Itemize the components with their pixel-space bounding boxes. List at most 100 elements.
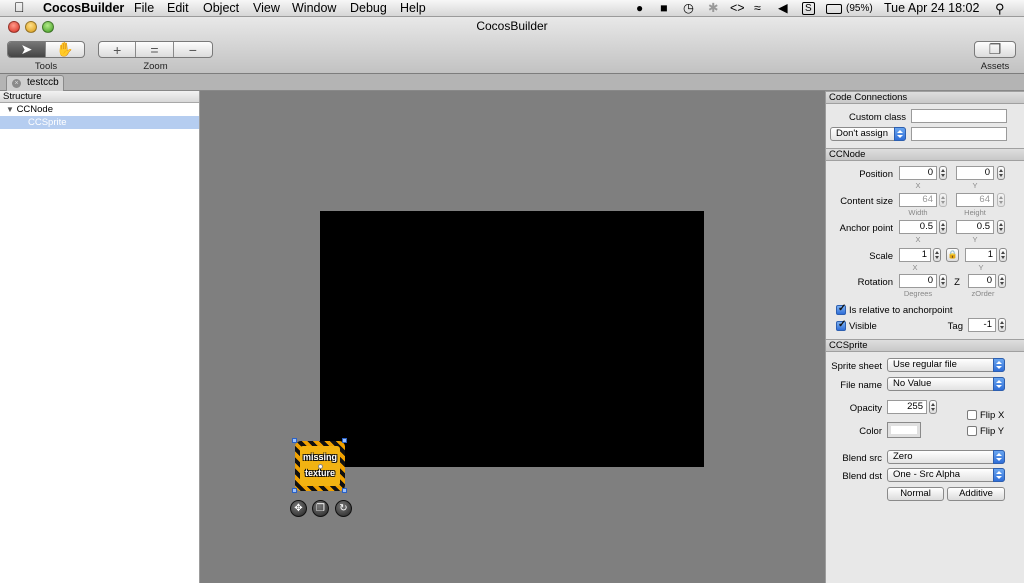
blend-dst-popup[interactable]: One - Src Alpha [887, 468, 1005, 482]
position-y-field[interactable]: 0 [956, 166, 994, 180]
degrees-sublabel: Degrees [903, 289, 933, 298]
color-well[interactable] [887, 422, 921, 438]
sprite-missing-texture[interactable]: missing texture [295, 441, 345, 491]
normal-blend-button[interactable]: Normal [887, 487, 944, 501]
menu-window[interactable]: Window [292, 1, 336, 16]
position-label: Position [859, 169, 893, 180]
disclosure-triangle-icon[interactable]: ▼ [6, 105, 14, 114]
zoom-reset-button[interactable]: = [136, 42, 174, 57]
menu-help[interactable]: Help [400, 1, 426, 16]
bluetooth-icon[interactable]: ✱ [708, 1, 718, 16]
anchor-point-marker[interactable] [318, 464, 323, 469]
position-x-field[interactable]: 0 [899, 166, 937, 180]
ccsprite-header: CCSprite [826, 339, 1024, 352]
popup-arrows-icon [993, 450, 1005, 464]
resize-handle-bottom-left[interactable] [292, 488, 297, 493]
hand-tool-button[interactable]: ✋ [46, 42, 84, 57]
sync-icon[interactable]: S [802, 2, 815, 15]
spotlight-icon[interactable]: ⚲ [995, 1, 1005, 16]
arrow-tool-button[interactable]: ➤ [8, 42, 47, 57]
folder-icon[interactable]: ■ [660, 1, 668, 16]
scale-y-field[interactable]: 1 [965, 248, 997, 262]
scale-x-field[interactable]: 1 [899, 248, 931, 262]
tree-row-ccnode[interactable]: ▼ CCNode [0, 103, 199, 116]
position-x-stepper[interactable] [939, 166, 947, 180]
assets-button[interactable]: ❐ [974, 41, 1016, 58]
position-y-stepper[interactable] [997, 166, 1005, 180]
tree-row-ccsprite[interactable]: CCSprite [0, 116, 199, 129]
time-machine-icon[interactable]: ◷ [683, 1, 694, 16]
tree-node-label: CCNode [16, 104, 53, 115]
sprite-sheet-popup[interactable]: Use regular file [887, 358, 1005, 372]
menu-edit[interactable]: Edit [167, 1, 189, 16]
zorder-field[interactable]: 0 [968, 274, 996, 288]
stage-area[interactable] [320, 211, 704, 467]
zorder-stepper[interactable] [998, 274, 1006, 288]
scale-y-sublabel: Y [978, 263, 984, 272]
scale-x-stepper[interactable] [933, 248, 941, 262]
volume-icon[interactable]: ◀ [778, 1, 788, 16]
zoom-in-button[interactable]: + [99, 42, 137, 57]
assign-popup[interactable]: Don't assign [830, 127, 906, 141]
scale-y-stepper[interactable] [999, 248, 1007, 262]
scale-handle-icon[interactable]: ❐ [312, 500, 329, 517]
opacity-field[interactable]: 255 [887, 400, 927, 414]
document-tab-bar: × testccb [0, 74, 1024, 91]
blend-src-label: Blend src [842, 453, 882, 464]
flip-y-checkbox[interactable] [967, 426, 977, 436]
visible-checkbox[interactable] [836, 319, 846, 331]
assign-variable-field[interactable] [911, 127, 1007, 141]
resize-handle-top-right[interactable] [342, 438, 347, 443]
close-tab-icon[interactable]: × [12, 79, 21, 88]
tab-testccb[interactable]: × testccb [6, 75, 64, 91]
code-icon[interactable]: <> [730, 1, 745, 16]
rotation-stepper[interactable] [939, 274, 947, 288]
relative-anchorpoint-checkbox[interactable] [836, 303, 846, 315]
rotation-field[interactable]: 0 [899, 274, 937, 288]
move-handle-icon[interactable]: ✥ [290, 500, 307, 517]
popup-arrows-icon [993, 377, 1005, 391]
menu-bar:  CocosBuilder File Edit Object View Win… [0, 0, 1024, 17]
file-name-label: File name [840, 380, 882, 391]
flip-y-label: Flip Y [980, 426, 1005, 437]
menu-object[interactable]: Object [203, 1, 239, 16]
anchor-y-stepper[interactable] [997, 220, 1005, 234]
blend-src-value: Zero [893, 451, 913, 462]
tag-field[interactable]: -1 [968, 318, 996, 332]
minus-icon: − [188, 41, 197, 58]
content-width-field[interactable]: 64 [899, 193, 937, 207]
custom-class-field[interactable] [911, 109, 1007, 123]
tag-stepper[interactable] [998, 318, 1006, 332]
menu-clock[interactable]: Tue Apr 24 18:02 [884, 1, 979, 16]
flip-x-checkbox[interactable] [967, 410, 977, 420]
assets-label: Assets [980, 61, 1010, 72]
additive-blend-button[interactable]: Additive [947, 487, 1005, 501]
qq-icon[interactable]: ● [636, 1, 643, 16]
wifi-icon[interactable]: ≈ [754, 1, 761, 16]
structure-panel: Structure ▼ CCNode CCSprite [0, 91, 200, 583]
content-width-stepper[interactable] [939, 193, 947, 207]
app-menu[interactable]: CocosBuilder [43, 1, 124, 16]
zoom-out-button[interactable]: − [174, 42, 212, 57]
resize-handle-top-left[interactable] [292, 438, 297, 443]
menu-debug[interactable]: Debug [350, 1, 387, 16]
anchor-x-field[interactable]: 0.5 [899, 220, 937, 234]
blend-src-popup[interactable]: Zero [887, 450, 1005, 464]
ccnode-header: CCNode [826, 148, 1024, 161]
content-size-label: Content size [840, 196, 893, 207]
anchor-y-field[interactable]: 0.5 [956, 220, 994, 234]
lock-scale-icon[interactable]: 🔒 [946, 248, 959, 262]
sprite-text-line1: missing [302, 452, 337, 462]
content-height-field[interactable]: 64 [956, 193, 994, 207]
rotate-handle-icon[interactable]: ↻ [335, 500, 352, 517]
battery-icon[interactable] [826, 4, 842, 14]
anchor-x-stepper[interactable] [939, 220, 947, 234]
file-name-popup[interactable]: No Value [887, 377, 1005, 391]
content-height-stepper[interactable] [997, 193, 1005, 207]
menu-file[interactable]: File [134, 1, 154, 16]
menu-view[interactable]: View [253, 1, 280, 16]
opacity-stepper[interactable] [929, 400, 937, 414]
zoom-segmented-control: + = − [98, 41, 213, 58]
resize-handle-bottom-right[interactable] [342, 488, 347, 493]
editor-canvas[interactable]: missing texture ✥ ❐ ↻ [200, 91, 825, 583]
